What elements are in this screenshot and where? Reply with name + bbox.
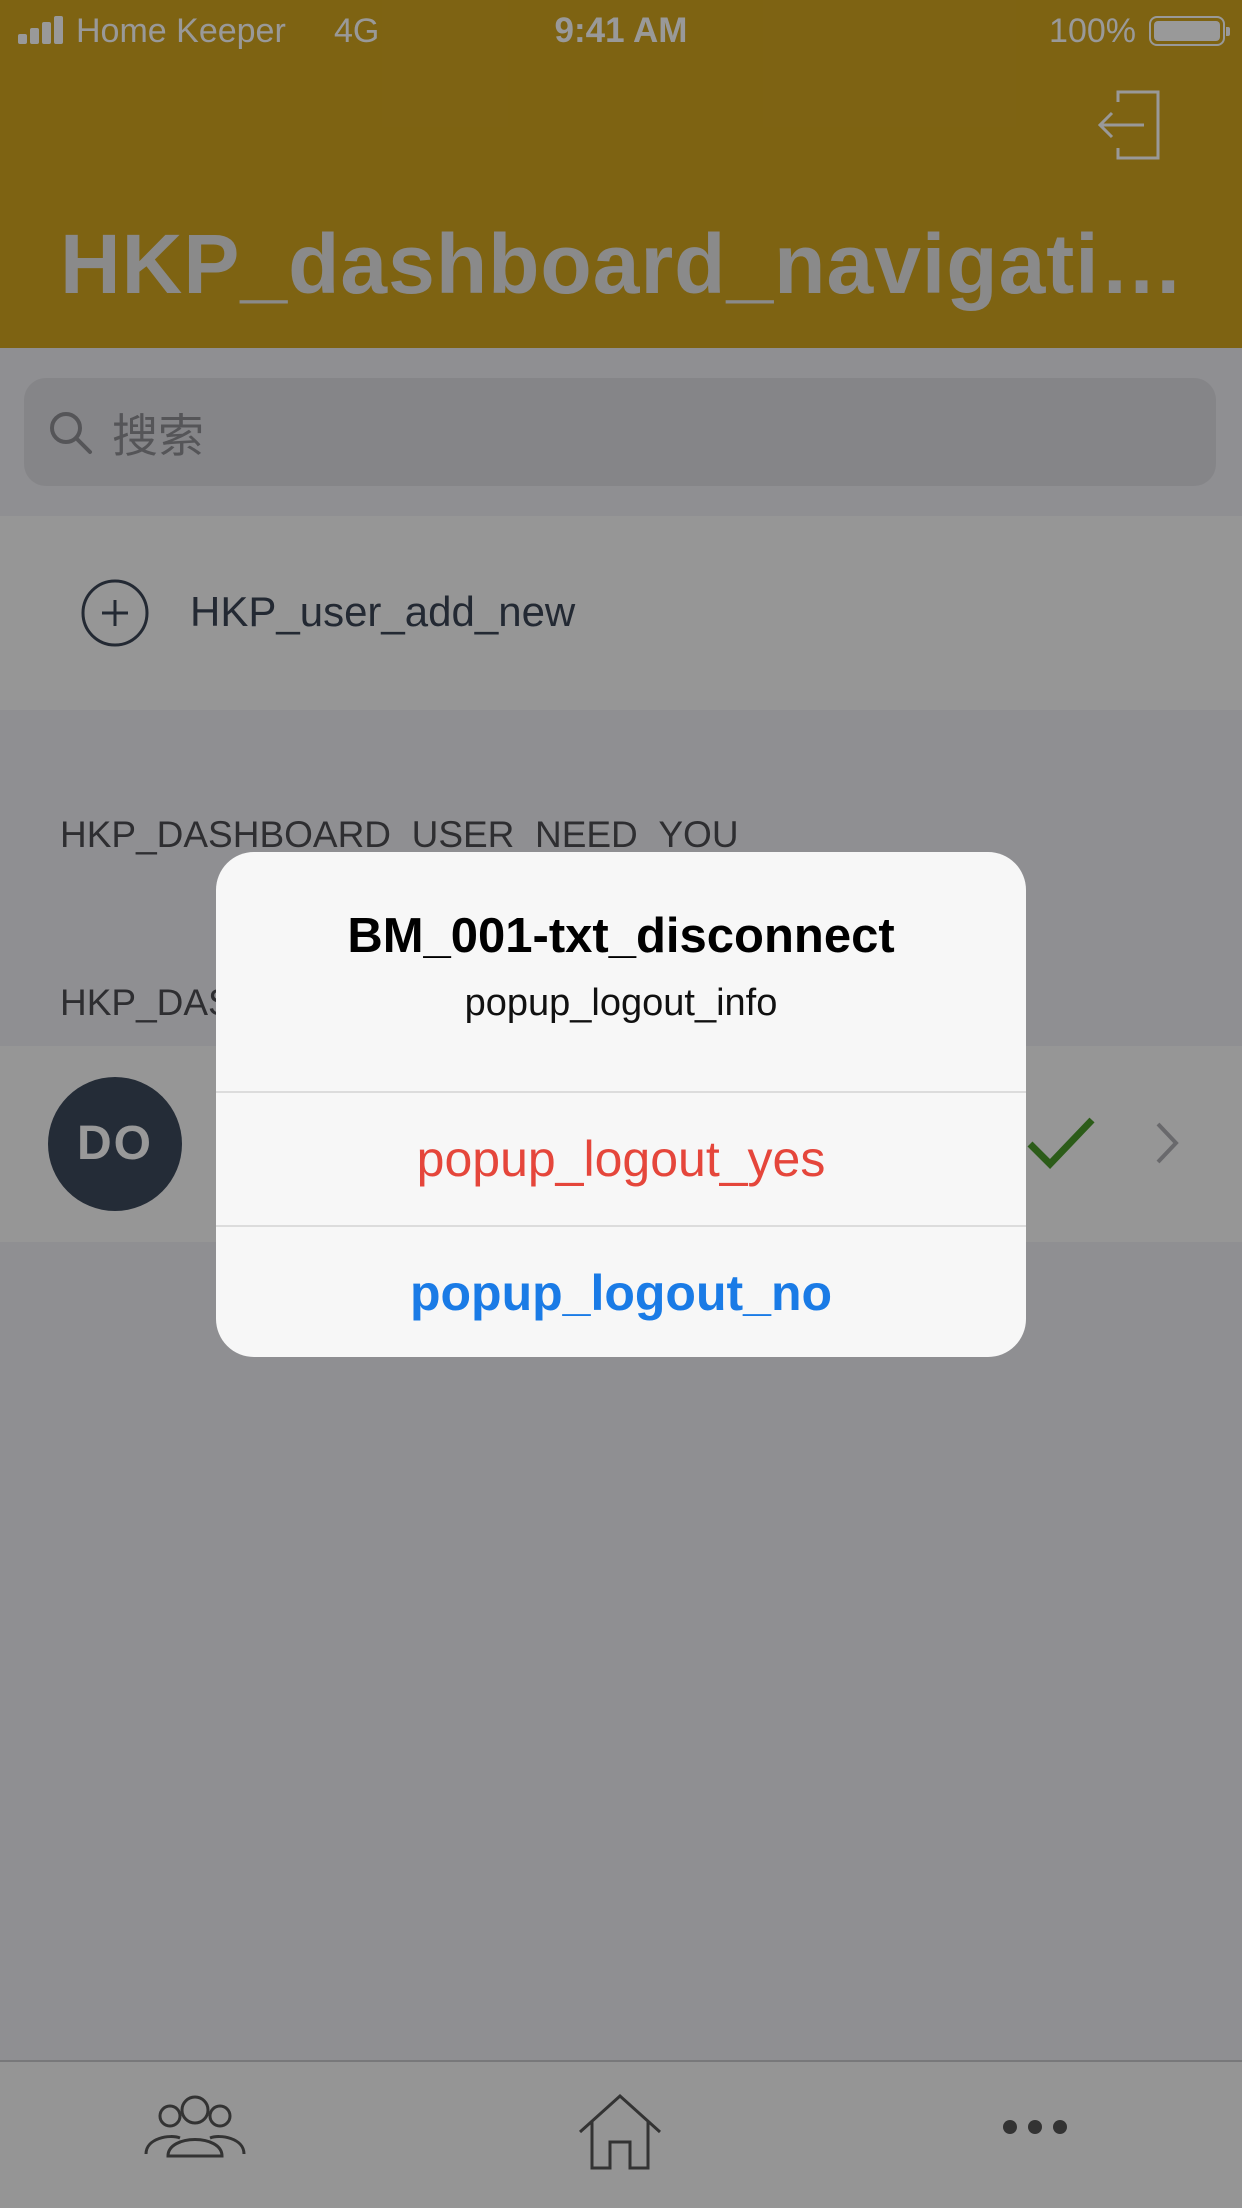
- alert-message: popup_logout_info: [464, 982, 778, 1024]
- logout-alert-dialog: BM_001-txt_disconnect popup_logout_info …: [216, 852, 1026, 1357]
- logout-yes-button[interactable]: popup_logout_yes: [216, 1093, 1026, 1225]
- alert-title: BM_001-txt_disconnect: [347, 909, 895, 963]
- logout-no-button[interactable]: popup_logout_no: [216, 1227, 1026, 1357]
